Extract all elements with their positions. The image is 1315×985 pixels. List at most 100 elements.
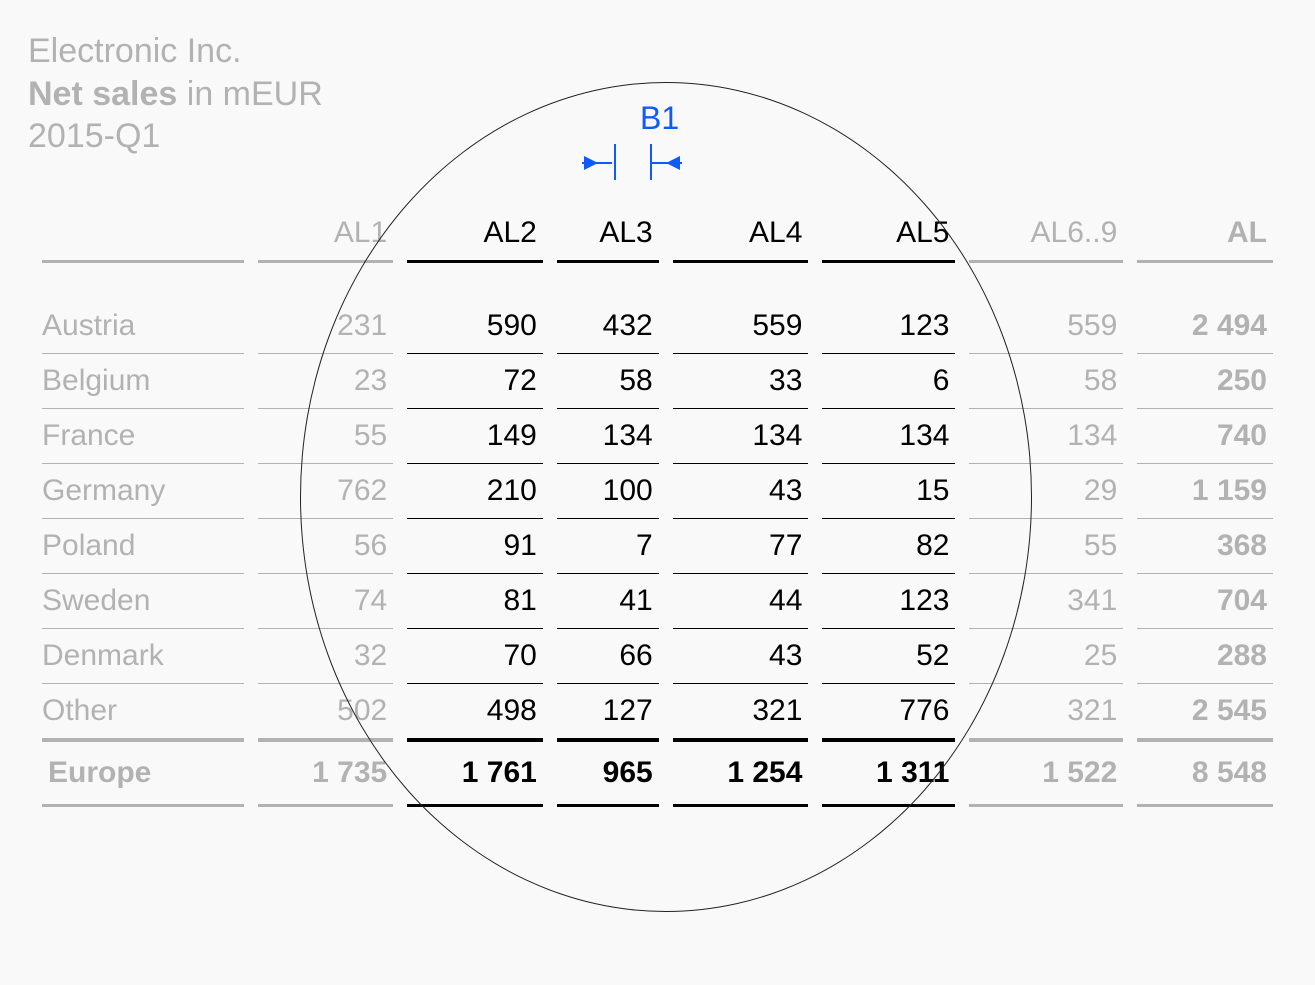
cell: 762 [258, 464, 394, 519]
cell: 29 [969, 464, 1123, 519]
totals-cell: 1 735 [258, 739, 394, 807]
cell-total: 2 494 [1137, 299, 1273, 354]
period: 2015-Q1 [28, 115, 1287, 158]
dimension-stem-right-icon [652, 162, 682, 164]
totals-cell: 8 548 [1137, 739, 1273, 807]
cell: 58 [557, 354, 659, 409]
row-label: Poland [42, 519, 244, 574]
cell: 149 [407, 409, 543, 464]
arrow-right-icon [584, 156, 598, 170]
cell-total: 704 [1137, 574, 1273, 629]
row-label: Sweden [42, 574, 244, 629]
cell: 321 [969, 684, 1123, 739]
table-row: Belgium 23 72 58 33 6 58 250 [42, 354, 1273, 409]
cell-total: 2 545 [1137, 684, 1273, 739]
col-al3: AL3 [557, 206, 659, 263]
totals-cell: 1 522 [969, 739, 1123, 807]
totals-cell: 1 311 [822, 739, 955, 807]
col-al2: AL2 [407, 206, 543, 263]
cell: 134 [822, 409, 955, 464]
cell: 134 [673, 409, 809, 464]
cell: 82 [822, 519, 955, 574]
cell: 77 [673, 519, 809, 574]
cell: 56 [258, 519, 394, 574]
row-label: Other [42, 684, 244, 739]
company-name: Electronic Inc. [28, 30, 1287, 73]
cell: 134 [969, 409, 1123, 464]
cell: 23 [258, 354, 394, 409]
data-table-wrap: AL1 AL2 AL3 AL4 AL5 AL6..9 AL Austria 23… [28, 206, 1287, 807]
cell: 15 [822, 464, 955, 519]
cell: 25 [969, 629, 1123, 684]
cell: 43 [673, 464, 809, 519]
cell: 590 [407, 299, 543, 354]
cell: 70 [407, 629, 543, 684]
cell-total: 250 [1137, 354, 1273, 409]
totals-row: Europe 1 735 1 761 965 1 254 1 311 1 522… [42, 739, 1273, 807]
cell: 321 [673, 684, 809, 739]
cell: 33 [673, 354, 809, 409]
dimension-stem-left-icon [582, 162, 612, 164]
cell: 52 [822, 629, 955, 684]
cell: 7 [557, 519, 659, 574]
table-row: Poland 56 91 7 77 82 55 368 [42, 519, 1273, 574]
cell: 81 [407, 574, 543, 629]
cell: 91 [407, 519, 543, 574]
totals-label: Europe [42, 739, 244, 807]
cell: 66 [557, 629, 659, 684]
cell: 559 [969, 299, 1123, 354]
cell-total: 1 159 [1137, 464, 1273, 519]
totals-cell: 1 254 [673, 739, 809, 807]
col-al-total: AL [1137, 206, 1273, 263]
row-label: Belgium [42, 354, 244, 409]
cell: 341 [969, 574, 1123, 629]
row-label: Austria [42, 299, 244, 354]
row-label: Germany [42, 464, 244, 519]
cell: 231 [258, 299, 394, 354]
col-al1: AL1 [258, 206, 394, 263]
cell: 41 [557, 574, 659, 629]
cell: 44 [673, 574, 809, 629]
cell: 432 [557, 299, 659, 354]
col-al5: AL5 [822, 206, 955, 263]
cell: 74 [258, 574, 394, 629]
cell: 776 [822, 684, 955, 739]
cell-total: 368 [1137, 519, 1273, 574]
totals-cell: 965 [557, 739, 659, 807]
cell: 72 [407, 354, 543, 409]
col-al69: AL6..9 [969, 206, 1123, 263]
data-table: AL1 AL2 AL3 AL4 AL5 AL6..9 AL Austria 23… [28, 206, 1287, 807]
cell: 6 [822, 354, 955, 409]
cell: 498 [407, 684, 543, 739]
metric-name: Net sales [28, 75, 177, 113]
cell: 55 [258, 409, 394, 464]
cell: 559 [673, 299, 809, 354]
cell: 100 [557, 464, 659, 519]
title-block: Electronic Inc. Net sales in mEUR 2015-Q… [28, 30, 1287, 158]
cell: 43 [673, 629, 809, 684]
row-label: France [42, 409, 244, 464]
cell: 123 [822, 299, 955, 354]
header-row: AL1 AL2 AL3 AL4 AL5 AL6..9 AL [42, 206, 1273, 263]
table-row: Sweden 74 81 41 44 123 341 704 [42, 574, 1273, 629]
row-label: Denmark [42, 629, 244, 684]
table-row: France 55 149 134 134 134 134 740 [42, 409, 1273, 464]
cell: 32 [258, 629, 394, 684]
col-al4: AL4 [673, 206, 809, 263]
header-blank [42, 206, 244, 263]
cell-total: 288 [1137, 629, 1273, 684]
arrow-left-icon [666, 156, 680, 170]
metric-unit: in mEUR [177, 75, 322, 113]
cell-total: 740 [1137, 409, 1273, 464]
totals-cell: 1 761 [407, 739, 543, 807]
cell: 210 [407, 464, 543, 519]
table-row: Austria 231 590 432 559 123 559 2 494 [42, 299, 1273, 354]
cell: 58 [969, 354, 1123, 409]
cell: 502 [258, 684, 394, 739]
cell: 55 [969, 519, 1123, 574]
cell: 127 [557, 684, 659, 739]
table-row: Germany 762 210 100 43 15 29 1 159 [42, 464, 1273, 519]
table-row: Denmark 32 70 66 43 52 25 288 [42, 629, 1273, 684]
cell: 134 [557, 409, 659, 464]
cell: 123 [822, 574, 955, 629]
